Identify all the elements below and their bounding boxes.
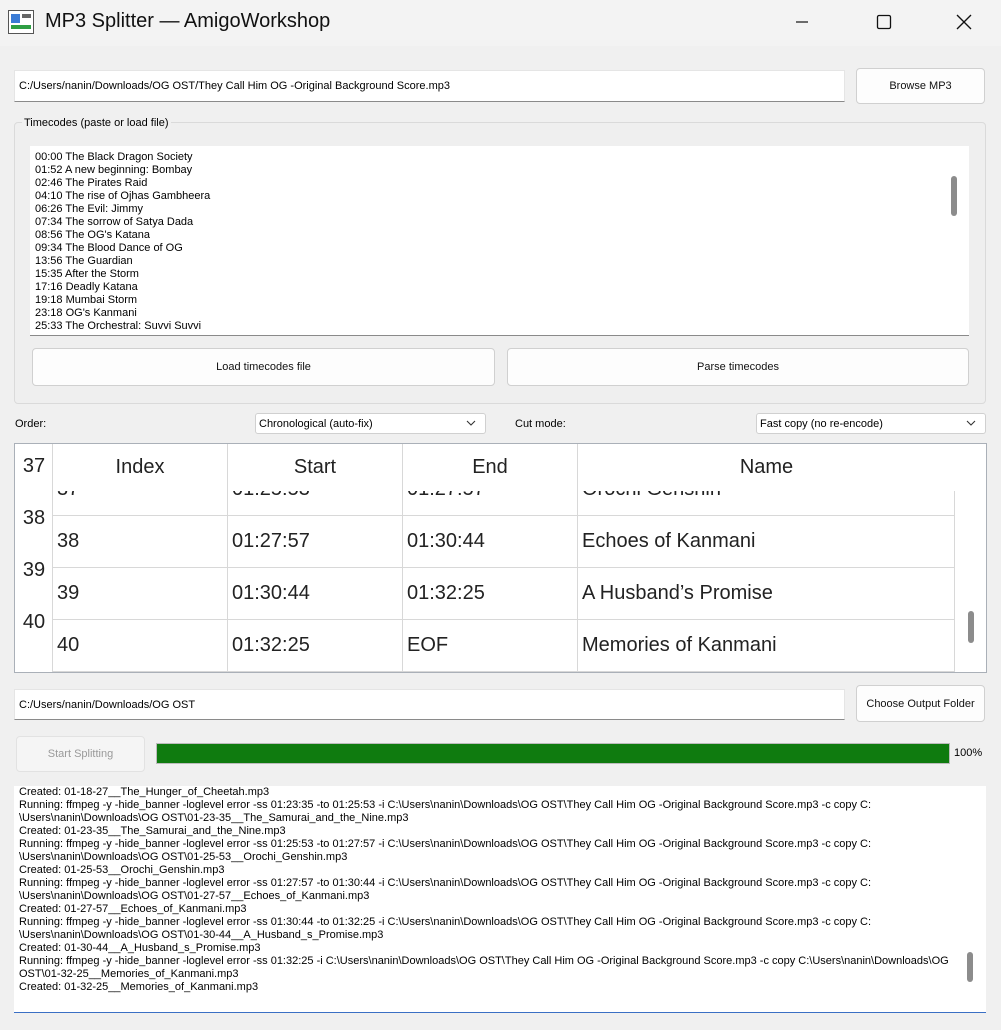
log-line: Created: 01-25-53__Orochi_Genshin.mp3 [19,864,225,876]
minimize-icon [796,21,808,23]
cell-index[interactable]: 38 [53,516,228,567]
log-line: Created: 01-32-25__Memories_of_Kanmani.m… [19,981,259,993]
close-icon [956,14,972,30]
log-line: \Users\nanin\Downloads\OG OST\01-30-44__… [19,929,384,941]
cell-end[interactable]: 01:30:44 [403,516,578,567]
timecode-line: 23:18 OG's Kanmani [35,307,137,319]
segments-table[interactable]: 37 38 39 40 37 01:25:53 01:27:57 Orochi … [14,443,987,673]
timecode-line: 15:35 After the Storm [35,268,139,280]
timecode-line: 19:18 Mumbai Storm [35,294,138,306]
timecode-line: 08:56 The OG's Katana [35,229,151,241]
minimize-button[interactable] [773,0,831,44]
log-text: Created: 01-18-27__The_Hunger_of_Cheetah… [19,786,949,994]
timecode-line: 00:00 The Black Dragon Society [35,151,193,163]
start-splitting-button[interactable]: Start Splitting [16,736,145,772]
row-number: 38 [22,506,46,529]
table-row[interactable]: 38 01:27:57 01:30:44 Echoes of Kanmani [53,516,955,568]
order-select-value: Chronological (auto-fix) [259,417,373,430]
cell-end[interactable]: EOF [403,620,578,671]
log-line: Running: ffmpeg -y -hide_banner -logleve… [19,955,949,967]
mp3-path-input[interactable]: C:/Users/nanin/Downloads/OG OST/They Cal… [14,70,845,102]
log-output[interactable]: Created: 01-18-27__The_Hunger_of_Cheetah… [14,786,986,1013]
row-number: 39 [22,558,46,581]
log-line: \Users\nanin\Downloads\OG OST\01-25-53__… [19,851,348,863]
log-line: OST\01-32-25__Memories_of_Kanmani.mp3 [19,968,239,980]
close-button[interactable] [935,0,993,44]
column-header-index[interactable]: Index [53,444,228,491]
cell-index[interactable]: 40 [53,620,228,671]
cell-name[interactable]: Echoes of Kanmani [578,516,955,567]
browse-mp3-button[interactable]: Browse MP3 [856,68,985,104]
cell-start[interactable]: 01:32:25 [228,620,403,671]
table-header: Index Start End Name [53,444,955,491]
row-number: 37 [22,454,46,477]
table-row[interactable]: 40 01:32:25 EOF Memories of Kanmani [53,620,955,672]
timecodes-text: 00:00 The Black Dragon Society 01:52 A ne… [35,151,210,333]
timecode-line: 04:10 The rise of Ojhas Gambheera [35,190,211,202]
parse-timecodes-button[interactable]: Parse timecodes [507,348,969,386]
timecode-line: 02:46 The Pirates Raid [35,177,148,189]
timecode-line: 17:16 Deadly Katana [35,281,138,293]
log-scrollbar[interactable] [967,952,973,982]
cut-mode-label: Cut mode: [515,418,566,430]
load-timecodes-button[interactable]: Load timecodes file [32,348,495,386]
table-scrollbar-thumb[interactable] [968,611,974,643]
maximize-icon [876,14,892,30]
table-scrollbar[interactable] [956,444,986,672]
column-header-name[interactable]: Name [578,444,955,491]
row-header-column: 37 38 39 40 [15,444,53,672]
maximize-button[interactable] [855,0,913,44]
order-select[interactable]: Chronological (auto-fix) [255,413,486,434]
cell-index[interactable]: 39 [53,568,228,619]
timecodes-textarea[interactable]: 00:00 The Black Dragon Society 01:52 A ne… [30,146,969,336]
timecode-line: 09:34 The Blood Dance of OG [35,242,183,254]
timecodes-group-title: Timecodes (paste or load file) [22,117,171,129]
cell-start[interactable]: 01:30:44 [228,568,403,619]
log-line: Running: ffmpeg -y -hide_banner -logleve… [19,916,872,928]
cell-name[interactable]: A Husband’s Promise [578,568,955,619]
log-line: Running: ffmpeg -y -hide_banner -logleve… [19,877,872,889]
column-header-end[interactable]: End [403,444,578,491]
timecode-line: 07:34 The sorrow of Satya Dada [35,216,194,228]
log-line: Running: ffmpeg -y -hide_banner -logleve… [19,838,872,850]
cut-mode-select[interactable]: Fast copy (no re-encode) [756,413,986,434]
log-line: Created: 01-18-27__The_Hunger_of_Cheetah… [19,786,270,798]
log-line: Created: 01-23-35__The_Samurai_and_the_N… [19,825,286,837]
app-icon [8,10,34,34]
log-line: Created: 01-30-44__A_Husband_s_Promise.m… [19,942,261,954]
timecode-line: 13:56 The Guardian [35,255,133,267]
column-header-start[interactable]: Start [228,444,403,491]
log-line: Running: ffmpeg -y -hide_banner -logleve… [19,799,872,811]
progress-bar-fill [157,744,949,763]
table-row[interactable]: 39 01:30:44 01:32:25 A Husband’s Promise [53,568,955,620]
log-line: \Users\nanin\Downloads\OG OST\01-27-57__… [19,890,370,902]
title-bar: MP3 Splitter — AmigoWorkshop [0,0,1001,46]
chevron-down-icon [466,420,476,426]
row-number: 40 [22,610,46,633]
cut-mode-select-value: Fast copy (no re-encode) [760,417,883,430]
output-folder-input[interactable]: C:/Users/nanin/Downloads/OG OST [14,689,845,720]
window-title: MP3 Splitter — AmigoWorkshop [45,10,331,32]
timecode-line: 25:33 The Orchestral: Suvvi Suvvi [35,320,202,332]
timecode-line: 01:52 A new beginning: Bombay [35,164,193,176]
progress-bar [156,743,950,764]
log-line: \Users\nanin\Downloads\OG OST\01-23-35__… [19,812,409,824]
cell-name[interactable]: Memories of Kanmani [578,620,955,671]
timecodes-scrollbar[interactable] [951,176,957,216]
cell-start[interactable]: 01:27:57 [228,516,403,567]
cell-end[interactable]: 01:32:25 [403,568,578,619]
order-label: Order: [15,418,47,430]
progress-percent: 100% [954,747,983,759]
choose-output-folder-button[interactable]: Choose Output Folder [856,685,985,722]
log-line: Created: 01-27-57__Echoes_of_Kanmani.mp3 [19,903,247,915]
timecode-line: 06:26 The Evil: Jimmy [35,203,144,215]
chevron-down-icon [966,420,976,426]
